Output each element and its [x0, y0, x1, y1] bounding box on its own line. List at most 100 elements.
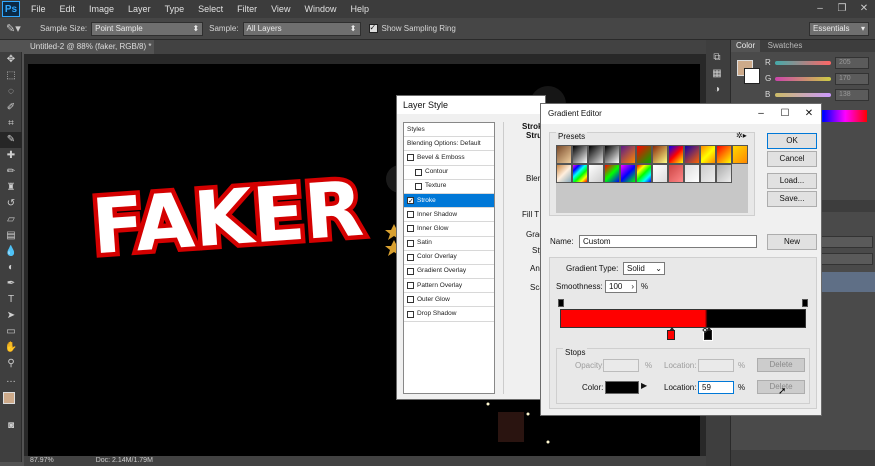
style-item-color-overlay[interactable]: Color Overlay — [404, 251, 494, 265]
foreground-color-swatch[interactable] — [3, 392, 15, 404]
fill-field[interactable] — [821, 253, 873, 265]
eyedropper-tool-icon[interactable]: ✎ — [0, 132, 22, 148]
menu-filter[interactable]: Filter — [230, 0, 264, 18]
ok-button[interactable]: OK — [767, 133, 817, 149]
gradient-preset-swatch[interactable] — [588, 164, 604, 183]
load-button[interactable]: Load... — [767, 173, 817, 189]
eyedropper-icon[interactable]: ✎▾ — [6, 22, 36, 35]
gradient-preset-swatch[interactable] — [684, 164, 700, 183]
gradient-preset-swatch[interactable] — [604, 164, 620, 183]
blur-tool-icon[interactable]: 💧 — [0, 244, 22, 260]
style-checkbox[interactable] — [407, 239, 414, 247]
color-location-field[interactable]: 59 — [698, 381, 734, 394]
menu-type[interactable]: Type — [158, 0, 192, 18]
show-sampling-ring-checkbox[interactable] — [368, 23, 378, 33]
document-tab[interactable]: Untitled-2 @ 88% (faker, RGB/8) * × — [24, 40, 154, 65]
gradient-preset-swatch[interactable] — [652, 145, 668, 164]
channel-r-value[interactable]: 205 — [835, 57, 869, 69]
zoom-level[interactable]: 87.97% — [30, 457, 54, 464]
gradient-bar[interactable] — [560, 309, 806, 328]
history-brush-tool-icon[interactable]: ↺ — [0, 196, 22, 212]
menu-view[interactable]: View — [264, 0, 297, 18]
gradient-preset-swatch[interactable] — [572, 145, 588, 164]
crop-tool-icon[interactable]: ⌗ — [0, 116, 22, 132]
menu-help[interactable]: Help — [343, 0, 376, 18]
gradient-preset-swatch[interactable] — [684, 145, 700, 164]
gradient-tool-icon[interactable]: ▤ — [0, 228, 22, 244]
styles-header[interactable]: Styles — [404, 123, 494, 138]
gradient-preset-swatch[interactable] — [620, 145, 636, 164]
move-tool-icon[interactable]: ✥ — [0, 52, 22, 68]
background-color-swatch[interactable] — [744, 68, 760, 84]
workspace-select[interactable]: Essentials ▾ — [809, 22, 869, 36]
menu-edit[interactable]: Edit — [53, 0, 83, 18]
quick-select-tool-icon[interactable]: ✐ — [0, 100, 22, 116]
style-item-satin[interactable]: Satin — [404, 237, 494, 251]
menu-layer[interactable]: Layer — [121, 0, 158, 18]
stop-color-swatch[interactable] — [605, 381, 639, 394]
gradient-preset-swatch[interactable] — [604, 145, 620, 164]
channel-r-slider[interactable] — [775, 61, 831, 65]
sample-select[interactable]: All Layers ⬍ — [242, 21, 361, 36]
channel-g-slider[interactable] — [775, 77, 831, 81]
style-checkbox[interactable] — [407, 282, 414, 290]
pen-tool-icon[interactable]: ✒ — [0, 276, 22, 292]
name-field[interactable]: Custom — [579, 235, 757, 248]
menu-select[interactable]: Select — [191, 0, 230, 18]
style-item-texture[interactable]: Texture — [404, 180, 494, 194]
style-checkbox[interactable] — [407, 296, 414, 304]
gradient-preset-swatch[interactable] — [556, 145, 572, 164]
color-stop-red[interactable] — [666, 327, 675, 340]
dodge-tool-icon[interactable]: ◐ — [0, 260, 22, 276]
gradient-preset-swatch[interactable] — [668, 164, 684, 183]
style-item-pattern-overlay[interactable]: Pattern Overlay — [404, 279, 494, 294]
menu-image[interactable]: Image — [82, 0, 121, 18]
style-checkbox[interactable] — [407, 310, 414, 318]
gradient-preset-swatch[interactable] — [620, 164, 636, 183]
style-checkbox[interactable] — [407, 195, 414, 209]
style-item-blending-options-default[interactable]: Blending Options: Default — [404, 137, 494, 152]
style-checkbox[interactable] — [415, 168, 422, 176]
gradient-type-select[interactable]: Solid ⌄ — [623, 262, 665, 275]
style-checkbox[interactable] — [407, 225, 414, 233]
gradient-preset-swatch[interactable] — [716, 164, 732, 183]
style-item-gradient-overlay[interactable]: Gradient Overlay — [404, 265, 494, 280]
gradient-preset-swatch[interactable] — [572, 164, 588, 183]
style-item-inner-glow[interactable]: Inner Glow — [404, 222, 494, 237]
gradient-preset-swatch[interactable] — [636, 164, 652, 183]
style-checkbox[interactable] — [407, 253, 414, 261]
gradient-preset-swatch[interactable] — [636, 145, 652, 164]
shape-tool-icon[interactable]: ▭ — [0, 324, 22, 340]
minimize-button[interactable]: – — [809, 0, 831, 18]
chevron-right-icon[interactable]: › — [631, 281, 634, 292]
menu-file[interactable]: File — [24, 0, 53, 18]
style-checkbox[interactable] — [407, 211, 414, 219]
properties-panel-icon[interactable]: ▦ — [706, 66, 728, 82]
zoom-tool-icon[interactable]: ⚲ — [0, 356, 22, 372]
quick-mask-icon[interactable]: ◙ — [0, 418, 22, 434]
style-checkbox[interactable] — [415, 182, 422, 190]
maximize-icon[interactable]: ☐ — [773, 104, 797, 124]
cancel-button[interactable]: Cancel — [767, 151, 817, 167]
healing-tool-icon[interactable]: ✚ — [0, 148, 22, 164]
minimize-icon[interactable]: – — [749, 104, 773, 124]
gradient-preset-swatch[interactable] — [716, 145, 732, 164]
tab-swatches[interactable]: Swatches — [763, 40, 808, 52]
type-tool-icon[interactable]: T — [0, 292, 22, 308]
close-button[interactable]: ✕ — [853, 0, 875, 18]
new-button[interactable]: New — [767, 234, 817, 250]
style-item-contour[interactable]: Contour — [404, 166, 494, 180]
channel-b-value[interactable]: 138 — [835, 89, 869, 101]
style-item-drop-shadow[interactable]: Drop Shadow — [404, 307, 494, 322]
style-item-stroke[interactable]: Stroke — [404, 193, 494, 209]
close-icon[interactable]: ✕ — [797, 104, 821, 124]
gradient-preset-swatch[interactable] — [700, 164, 716, 183]
eraser-tool-icon[interactable]: ▱ — [0, 212, 22, 228]
history-panel-icon[interactable]: ⧉ — [706, 50, 728, 66]
opacity-field[interactable] — [821, 236, 873, 248]
color-swatches[interactable] — [0, 388, 21, 418]
style-checkbox[interactable] — [407, 267, 414, 275]
channel-g-value[interactable]: 170 — [835, 73, 869, 85]
marquee-tool-icon[interactable]: ⬚ — [0, 68, 22, 84]
gradient-preset-swatch[interactable] — [556, 164, 572, 183]
